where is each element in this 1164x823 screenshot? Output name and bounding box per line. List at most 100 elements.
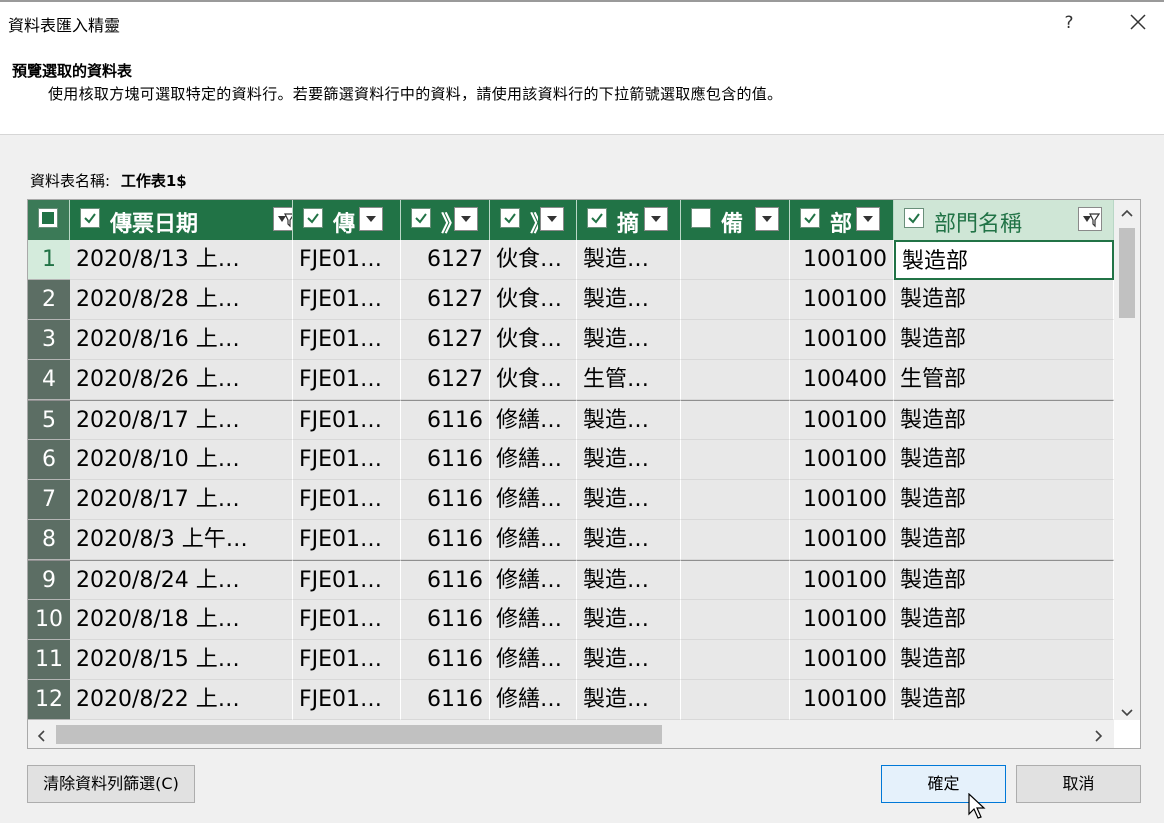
table-cell[interactable]: 2020/8/26 上… <box>70 360 293 400</box>
table-cell[interactable]: 製造… <box>577 320 681 360</box>
table-cell[interactable] <box>681 240 790 280</box>
table-cell[interactable]: 2020/8/22 上… <box>70 680 293 720</box>
column-header-4[interactable]: 》 <box>490 200 577 240</box>
column-header-2[interactable]: 傳 <box>293 200 401 240</box>
row-number[interactable]: 11 <box>28 640 70 680</box>
column-2-dropdown-button[interactable] <box>359 207 383 231</box>
table-cell[interactable]: 修繕… <box>490 520 577 560</box>
table-cell[interactable]: 100100 <box>790 400 894 440</box>
table-cell[interactable]: FJE01… <box>293 680 401 720</box>
table-cell[interactable] <box>681 440 790 480</box>
table-cell[interactable]: FJE01… <box>293 400 401 440</box>
table-cell[interactable]: 6116 <box>401 400 490 440</box>
table-cell[interactable]: FJE01… <box>293 520 401 560</box>
column-header-8[interactable]: 部門名稱 <box>894 200 1114 240</box>
table-cell[interactable]: 修繕… <box>490 640 577 680</box>
table-cell[interactable]: 製造部 <box>894 400 1114 440</box>
table-cell[interactable]: 100100 <box>790 600 894 640</box>
column-header-3[interactable]: 》 <box>401 200 490 240</box>
table-cell[interactable]: FJE01… <box>293 640 401 680</box>
table-cell[interactable]: 2020/8/15 上… <box>70 640 293 680</box>
column-1-checkbox[interactable] <box>80 208 100 228</box>
table-cell[interactable]: 2020/8/17 上… <box>70 480 293 520</box>
select-all-corner[interactable] <box>28 200 70 240</box>
table-cell[interactable]: 2020/8/10 上… <box>70 440 293 480</box>
table-cell[interactable]: 製造部 <box>894 560 1114 600</box>
table-cell[interactable]: 製造… <box>577 680 681 720</box>
table-cell[interactable]: 100100 <box>790 560 894 600</box>
table-cell[interactable]: 100100 <box>790 240 894 280</box>
column-5-dropdown-button[interactable] <box>644 207 668 231</box>
table-cell[interactable]: 製造… <box>577 560 681 600</box>
table-cell[interactable]: 100100 <box>790 480 894 520</box>
scroll-down-icon[interactable] <box>1121 703 1133 722</box>
table-cell[interactable]: 6116 <box>401 520 490 560</box>
close-button[interactable] <box>1124 8 1152 36</box>
scroll-right-icon[interactable] <box>1094 727 1104 746</box>
table-cell[interactable]: 生管部 <box>894 360 1114 400</box>
column-7-dropdown-button[interactable] <box>856 207 880 231</box>
table-cell[interactable]: 製造… <box>577 480 681 520</box>
table-cell[interactable]: 生管… <box>577 360 681 400</box>
column-header-5[interactable]: 摘 <box>577 200 681 240</box>
table-cell[interactable]: 伙食… <box>490 360 577 400</box>
table-cell[interactable]: 修繕… <box>490 440 577 480</box>
table-cell[interactable]: 製造部 <box>894 320 1114 360</box>
horizontal-scroll-thumb[interactable] <box>56 725 662 744</box>
table-cell[interactable]: 6127 <box>401 360 490 400</box>
table-cell[interactable] <box>681 640 790 680</box>
table-cell[interactable]: 2020/8/24 上… <box>70 560 293 600</box>
row-number[interactable]: 3 <box>28 320 70 360</box>
table-cell[interactable]: FJE01… <box>293 320 401 360</box>
table-cell[interactable]: 6116 <box>401 440 490 480</box>
table-cell[interactable]: 製造部 <box>894 680 1114 720</box>
vertical-scroll-thumb[interactable] <box>1119 228 1135 318</box>
table-cell[interactable] <box>681 280 790 320</box>
table-cell[interactable]: 製造… <box>577 240 681 280</box>
column-8-dropdown-button[interactable] <box>1078 207 1102 231</box>
row-number[interactable]: 9 <box>28 560 70 600</box>
vertical-scrollbar[interactable] <box>1114 200 1140 720</box>
clear-row-filter-button[interactable]: 清除資料列篩選(C) <box>27 765 195 803</box>
row-number[interactable]: 2 <box>28 280 70 320</box>
table-cell[interactable] <box>681 520 790 560</box>
table-cell[interactable]: 製造部 <box>894 520 1114 560</box>
row-number[interactable]: 7 <box>28 480 70 520</box>
table-cell[interactable]: 6116 <box>401 640 490 680</box>
table-cell[interactable]: 伙食… <box>490 280 577 320</box>
cancel-button[interactable]: 取消 <box>1016 765 1141 803</box>
table-cell[interactable]: 6127 <box>401 240 490 280</box>
table-cell[interactable]: FJE01… <box>293 560 401 600</box>
column-header-7[interactable]: 部 <box>790 200 894 240</box>
table-cell[interactable] <box>681 360 790 400</box>
row-number[interactable]: 4 <box>28 360 70 400</box>
table-cell[interactable]: 製造… <box>577 280 681 320</box>
table-cell[interactable]: 製造… <box>577 600 681 640</box>
table-cell[interactable]: 2020/8/3 上午… <box>70 520 293 560</box>
table-cell[interactable]: 100400 <box>790 360 894 400</box>
table-cell[interactable]: 2020/8/13 上… <box>70 240 293 280</box>
table-cell[interactable]: 製造部 <box>894 280 1114 320</box>
column-4-checkbox[interactable] <box>500 208 520 228</box>
row-number[interactable]: 5 <box>28 400 70 440</box>
table-cell[interactable]: FJE01… <box>293 600 401 640</box>
table-cell[interactable] <box>681 560 790 600</box>
horizontal-scrollbar[interactable] <box>28 720 1114 748</box>
scroll-left-icon[interactable] <box>36 727 46 746</box>
table-cell[interactable]: 2020/8/18 上… <box>70 600 293 640</box>
table-cell[interactable]: FJE01… <box>293 280 401 320</box>
column-3-dropdown-button[interactable] <box>454 207 478 231</box>
table-cell[interactable]: 100100 <box>790 640 894 680</box>
table-cell[interactable] <box>681 320 790 360</box>
table-cell[interactable]: 2020/8/28 上… <box>70 280 293 320</box>
table-cell[interactable]: 6116 <box>401 560 490 600</box>
column-4-dropdown-button[interactable] <box>540 207 564 231</box>
table-cell[interactable] <box>681 680 790 720</box>
table-cell[interactable]: FJE01… <box>293 240 401 280</box>
table-cell[interactable]: FJE01… <box>293 480 401 520</box>
table-cell[interactable]: FJE01… <box>293 440 401 480</box>
table-cell[interactable]: 伙食… <box>490 320 577 360</box>
table-cell[interactable]: 2020/8/17 上… <box>70 400 293 440</box>
table-cell[interactable]: 伙食… <box>490 240 577 280</box>
row-number[interactable]: 12 <box>28 680 70 720</box>
